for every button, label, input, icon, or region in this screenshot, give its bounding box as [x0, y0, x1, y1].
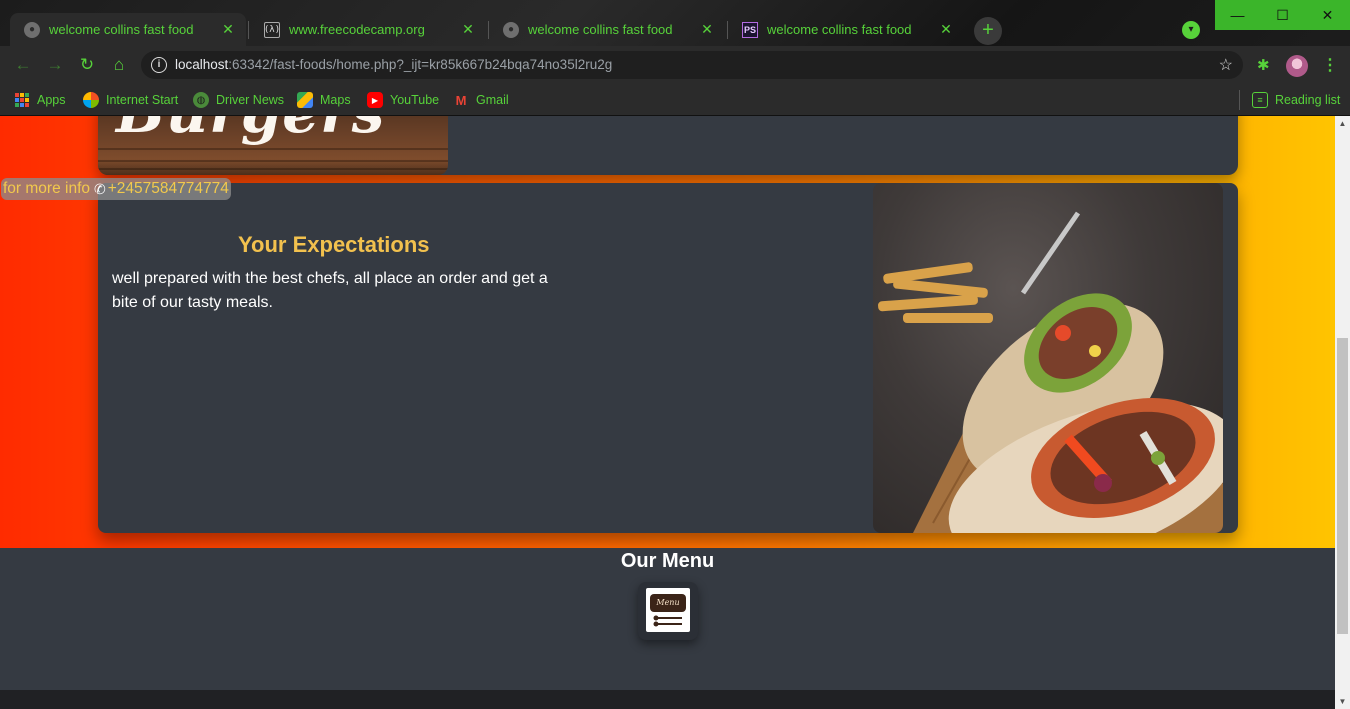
maximize-button[interactable]: ☐: [1260, 0, 1305, 30]
browser-toolbar: ← → ↻ ⌂ i localhost:63342/fast-foods/hom…: [0, 46, 1350, 84]
scroll-up-icon[interactable]: ▲: [1335, 116, 1350, 131]
browser-chrome: ● welcome collins fast food ✕ (λ) www.fr…: [0, 0, 1350, 116]
shawarma-wrap-image: [873, 183, 1223, 533]
tab-freecodecamp[interactable]: (λ) www.freecodecamp.org ✕: [250, 13, 486, 46]
back-icon[interactable]: ←: [12, 54, 34, 76]
contact-info-chip[interactable]: for more info ✆ +2457584774774: [1, 178, 231, 200]
tab-title: www.freecodecamp.org: [289, 22, 425, 37]
reading-list-label: Reading list: [1275, 93, 1341, 107]
bookmark-gmail[interactable]: M Gmail: [453, 89, 509, 111]
bookmark-label: Maps: [320, 93, 351, 107]
scroll-down-icon[interactable]: ▼: [1335, 694, 1350, 709]
page-viewport: Burgers for more info ✆ +2457584774774 Y…: [0, 116, 1335, 709]
close-icon[interactable]: ✕: [460, 21, 476, 38]
url-text[interactable]: localhost:63342/fast-foods/home.php?_ijt…: [175, 57, 612, 72]
bookmark-driver-news[interactable]: ◍ Driver News: [193, 89, 284, 111]
tab-strip: ● welcome collins fast food ✕ (λ) www.fr…: [0, 0, 1210, 46]
freecodecamp-icon: (λ): [264, 21, 280, 38]
globe-icon: ●: [503, 21, 519, 38]
expectations-heading: Your Expectations: [238, 232, 430, 257]
our-menu-title: Our Menu: [620, 550, 715, 572]
tab-welcome-1[interactable]: ● welcome collins fast food ✕: [10, 13, 246, 46]
scrollbar-thumb[interactable]: [1337, 338, 1348, 634]
bookmark-internet-start[interactable]: Internet Start: [83, 89, 178, 111]
tab-search-icon[interactable]: ▾: [1182, 21, 1200, 39]
close-icon[interactable]: ✕: [938, 21, 954, 38]
minimize-button[interactable]: —: [1215, 0, 1260, 30]
bookmark-maps[interactable]: Maps: [297, 89, 351, 111]
menu-thumbnail: Menu: [646, 588, 690, 632]
extensions-icon[interactable]: ✱: [1257, 56, 1270, 74]
new-tab-button[interactable]: +: [974, 17, 1002, 45]
reading-list-button[interactable]: ≡ Reading list: [1252, 89, 1340, 111]
tab-title: welcome collins fast food: [767, 22, 912, 37]
close-icon[interactable]: ✕: [699, 21, 715, 38]
tab-title: welcome collins fast food: [49, 22, 194, 37]
bookmark-star-icon[interactable]: ☆: [1219, 55, 1233, 75]
maps-icon: [297, 92, 313, 108]
footer-strip: [0, 690, 1335, 709]
bookmark-label: YouTube: [390, 93, 440, 107]
close-window-button[interactable]: ✕: [1305, 0, 1350, 30]
phpstorm-icon: PS: [742, 21, 758, 38]
our-menu-section: Our Menu Menu: [0, 548, 1335, 690]
phone-icon: ✆: [94, 181, 106, 197]
bookmark-label: Apps: [37, 93, 66, 107]
forward-icon[interactable]: →: [44, 54, 66, 76]
burgers-image: Burgers: [98, 116, 448, 175]
reload-icon[interactable]: ↻: [76, 54, 98, 76]
home-icon[interactable]: ⌂: [108, 54, 130, 76]
tab-title: welcome collins fast food: [528, 22, 673, 37]
page-scrollbar[interactable]: ▲ ▼: [1335, 116, 1350, 709]
bookmark-label: Gmail: [476, 93, 509, 107]
bookmark-label: Driver News: [216, 93, 285, 107]
internet-start-icon: [83, 92, 99, 108]
globe-icon: ◍: [193, 92, 209, 108]
shawarma-wrap-illustration: [878, 211, 1223, 533]
expectations-card: Your Expectations well prepared with the…: [98, 183, 1238, 533]
tab-separator: [248, 21, 249, 39]
tab-welcome-2[interactable]: ● welcome collins fast food ✕: [489, 13, 725, 46]
globe-icon: ●: [24, 21, 40, 38]
avatar[interactable]: [1286, 55, 1308, 77]
bookmark-apps[interactable]: Apps: [14, 89, 66, 111]
apps-grid-icon: [14, 92, 30, 108]
contact-phone-number[interactable]: +2457584774774: [108, 178, 229, 200]
bookmarks-bar: Apps Internet Start ◍ Driver News Maps ▶…: [0, 84, 1350, 116]
close-icon[interactable]: ✕: [220, 21, 236, 38]
cutlery-icon: [653, 615, 682, 627]
menu-kebab-icon[interactable]: ⋮: [1322, 55, 1338, 75]
tab-welcome-3[interactable]: PS welcome collins fast food ✕: [728, 13, 964, 46]
burgers-image-text: Burgers: [116, 116, 385, 146]
gmail-icon: M: [455, 92, 467, 108]
menu-tile-button[interactable]: Menu: [638, 582, 698, 640]
bookmark-label: Internet Start: [106, 93, 179, 107]
expectations-text: well prepared with the best chefs, all p…: [112, 270, 548, 311]
address-bar[interactable]: i localhost:63342/fast-foods/home.php?_i…: [141, 51, 1243, 79]
youtube-icon: ▶: [367, 92, 383, 108]
bookmarks-separator: [1239, 90, 1240, 110]
site-info-icon[interactable]: i: [151, 57, 167, 73]
contact-info-label: for more info: [3, 180, 91, 197]
bookmark-youtube[interactable]: ▶ YouTube: [367, 89, 439, 111]
reading-list-icon: ≡: [1252, 92, 1268, 108]
